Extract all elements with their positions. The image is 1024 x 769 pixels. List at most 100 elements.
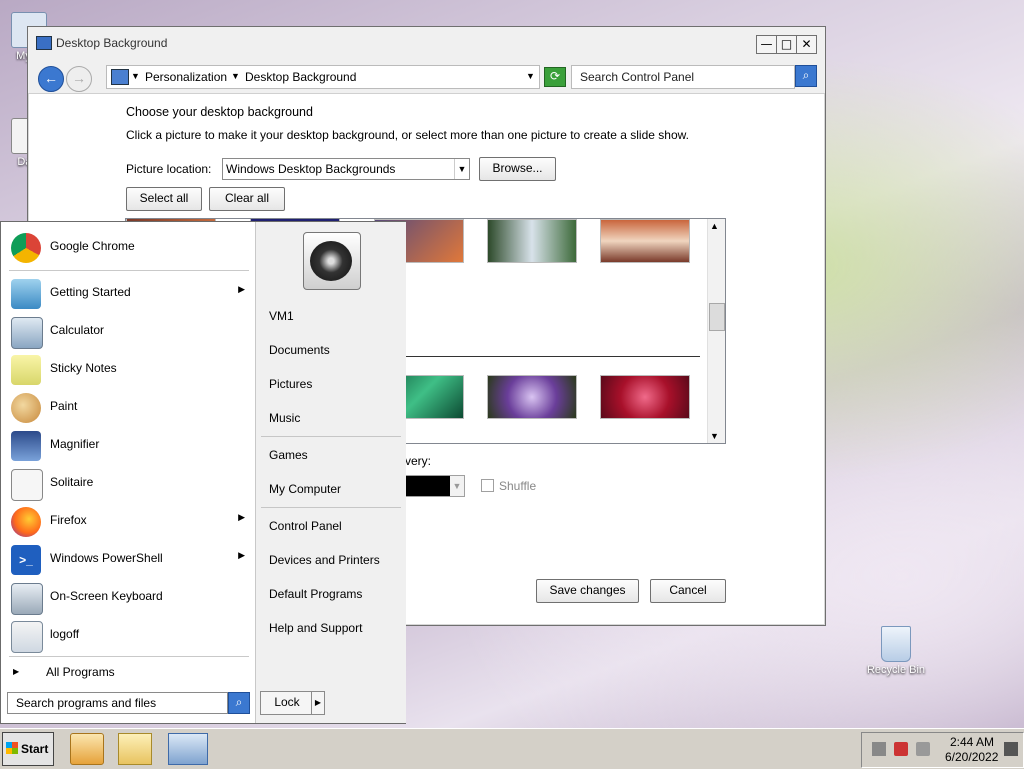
refresh-icon[interactable]: ⟳ [544, 67, 566, 87]
address-bar: ← → ▼ Personalization ▼ Desktop Backgrou… [28, 61, 825, 94]
search-icon[interactable]: ⌕ [228, 692, 250, 714]
lock-button[interactable]: Lock [260, 691, 314, 715]
divider [261, 507, 401, 508]
search-icon[interactable]: ⌕ [795, 65, 817, 87]
program-label: Google Chrome [50, 239, 135, 253]
background-thumbnail[interactable] [487, 219, 577, 263]
program-item-firefox[interactable]: Firefox ▶ [9, 505, 249, 537]
program-item-windows-powershell[interactable]: >_ Windows PowerShell ▶ [9, 543, 249, 575]
start-search-input[interactable]: Search programs and files [7, 692, 228, 714]
show-desktop-icon[interactable] [1004, 742, 1018, 756]
program-item-getting-started[interactable]: Getting Started ▶ [9, 277, 249, 309]
places-item-pictures[interactable]: Pictures [269, 377, 312, 391]
program-label: logoff [50, 627, 80, 641]
all-programs-button[interactable]: All Programs [46, 665, 115, 679]
program-item-paint[interactable]: Paint [9, 391, 249, 423]
shutdown-options-arrow-icon[interactable]: ▶ [311, 691, 325, 715]
start-button[interactable]: Start [2, 732, 54, 766]
chrome-icon [11, 233, 41, 263]
clock-date[interactable]: 6/20/2022 [945, 750, 998, 764]
solitaire-icon [11, 469, 43, 501]
start-label: Start [21, 742, 49, 756]
desktop-icon-recycle-bin[interactable]: Recycle Bin [861, 626, 931, 676]
places-item-music[interactable]: Music [269, 411, 300, 425]
browse-button[interactable]: Browse... [479, 157, 556, 181]
places-item-documents[interactable]: Documents [269, 343, 330, 357]
select-all-button[interactable]: Select all [126, 187, 202, 211]
logoff-icon [11, 621, 43, 653]
cancel-button[interactable]: Cancel [650, 579, 726, 603]
chevron-down-icon[interactable]: ▼ [454, 159, 469, 179]
calculator-icon [11, 317, 43, 349]
places-item-devices-and-printers[interactable]: Devices and Printers [269, 553, 380, 567]
maximize-button[interactable]: □ [776, 35, 797, 54]
volume-icon[interactable] [916, 742, 930, 756]
address-dropdown-icon[interactable]: ▼ [526, 71, 535, 81]
shuffle-label: Shuffle [499, 479, 537, 493]
clock-time[interactable]: 2:44 AM [950, 735, 994, 749]
user-avatar[interactable] [303, 232, 361, 290]
program-label: On-Screen Keyboard [50, 589, 163, 603]
firefox-icon [11, 507, 41, 537]
program-label: Magnifier [50, 437, 100, 451]
program-label: Sticky Notes [50, 361, 117, 375]
submenu-arrow-icon: ▶ [238, 285, 245, 295]
forward-arrow-icon[interactable]: → [66, 66, 92, 92]
interval-select[interactable]: ▼ [405, 475, 465, 497]
programs-list: Google Chrome Getting Started ▶ Calculat… [1, 222, 254, 723]
divider [9, 270, 249, 271]
program-item-sticky-notes[interactable]: Sticky Notes [9, 353, 249, 385]
places-item-my-computer[interactable]: My Computer [269, 482, 341, 496]
places-item-vm1[interactable]: VM1 [269, 309, 294, 323]
places-item-control-panel[interactable]: Control Panel [269, 519, 342, 533]
instruction-text: Click a picture to make it your desktop … [126, 128, 689, 142]
page-heading: Choose your desktop background [126, 105, 313, 119]
program-item-on-screen-keyboard[interactable]: On-Screen Keyboard [9, 581, 249, 615]
clear-all-button[interactable]: Clear all [209, 187, 285, 211]
places-item-help-and-support[interactable]: Help and Support [269, 621, 362, 635]
paint-icon [11, 393, 41, 423]
places-item-default-programs[interactable]: Default Programs [269, 587, 362, 601]
scroll-down-icon[interactable]: ▼ [710, 431, 719, 441]
gallery-scrollbar[interactable]: ▲ ▼ [707, 219, 725, 443]
control-panel-taskbar-icon[interactable] [168, 733, 208, 765]
save-changes-button[interactable]: Save changes [536, 579, 639, 603]
places-item-games[interactable]: Games [269, 448, 308, 462]
program-item-google-chrome[interactable]: Google Chrome [9, 231, 249, 263]
program-item-logoff[interactable]: logoff [9, 619, 249, 653]
background-thumbnail[interactable] [487, 375, 577, 419]
action-center-icon[interactable] [894, 742, 908, 756]
picture-location-select[interactable]: Windows Desktop Backgrounds ▼ [222, 158, 470, 180]
background-thumbnail[interactable] [600, 219, 690, 263]
desktop-icon-label: Recycle Bin [866, 664, 926, 676]
scroll-up-icon[interactable]: ▲ [710, 221, 719, 231]
scrollbar-thumb[interactable] [709, 303, 725, 331]
chevron-down-icon[interactable]: ▼ [450, 476, 464, 496]
media-player-icon[interactable] [70, 733, 104, 765]
chevron-down-icon[interactable]: ▼ [131, 71, 140, 81]
network-icon[interactable] [872, 742, 886, 756]
program-label: Calculator [50, 323, 105, 337]
program-item-solitaire[interactable]: Solitaire [9, 467, 249, 501]
window-title: Desktop Background [56, 36, 168, 50]
divider [9, 656, 249, 657]
picture-position-label: very: [405, 454, 432, 468]
shuffle-checkbox[interactable] [481, 479, 494, 492]
background-thumbnail[interactable] [600, 375, 690, 419]
magnifier-icon [11, 431, 41, 461]
file-explorer-icon[interactable] [118, 733, 152, 765]
search-placeholder: Search programs and files [16, 696, 157, 710]
breadcrumb-item-personalization[interactable]: Personalization [145, 70, 227, 84]
chevron-down-icon[interactable]: ▼ [231, 71, 240, 81]
recycle-bin-icon [881, 626, 911, 662]
program-item-magnifier[interactable]: Magnifier [9, 429, 249, 461]
window-titlebar[interactable]: Desktop Background — □ ✕ [28, 27, 825, 61]
breadcrumb[interactable]: ▼ Personalization ▼ Desktop Background ▼ [106, 65, 540, 89]
minimize-button[interactable]: — [756, 35, 777, 54]
breadcrumb-item-desktop-background[interactable]: Desktop Background [245, 70, 356, 84]
close-button[interactable]: ✕ [796, 35, 817, 54]
keyboard-icon [11, 583, 43, 615]
search-input[interactable]: Search Control Panel [571, 65, 795, 89]
program-item-calculator[interactable]: Calculator [9, 315, 249, 349]
back-arrow-icon[interactable]: ← [38, 66, 64, 92]
